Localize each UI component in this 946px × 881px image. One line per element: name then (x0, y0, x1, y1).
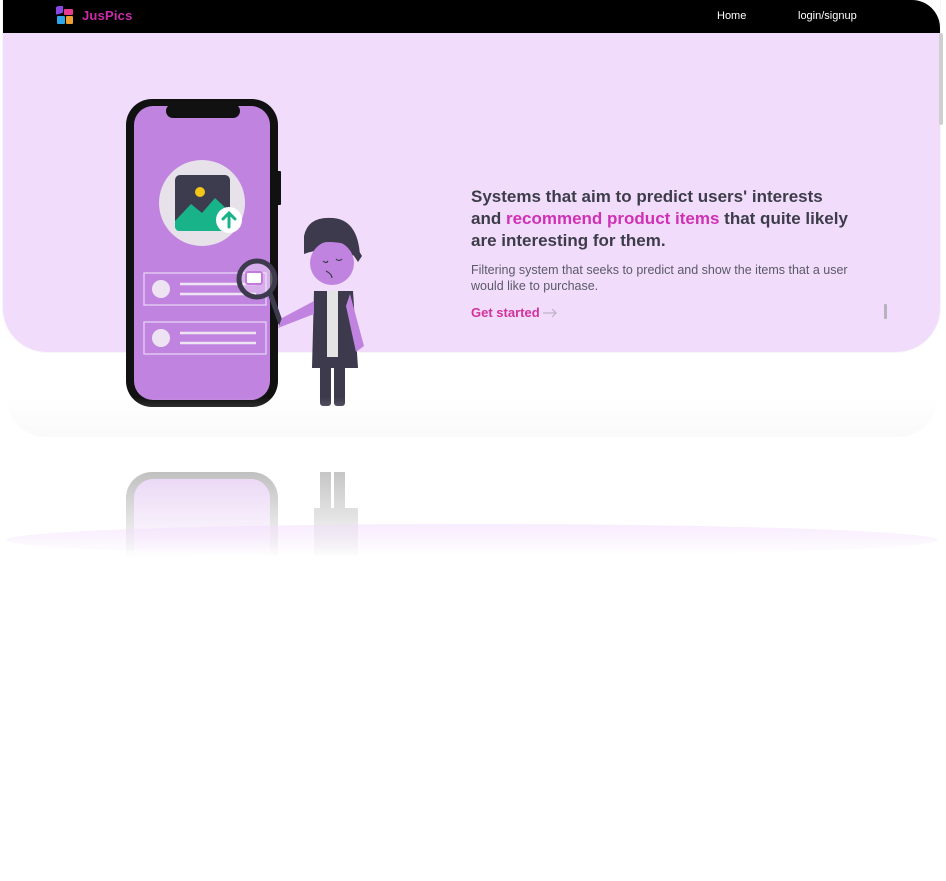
nav-home-link[interactable]: Home (717, 10, 746, 22)
headline-accent: recommend product items (505, 209, 720, 228)
brand-logo-icon[interactable] (55, 6, 75, 26)
hero-subtext: Filtering system that seeks to predict a… (471, 263, 848, 293)
hero-headline: Systems that aim to predict users' inter… (471, 186, 851, 252)
brand-name[interactable]: JusPics (82, 8, 133, 23)
phone-screen (134, 106, 270, 400)
get-started-link[interactable]: Get started (471, 305, 540, 320)
navbar: JusPics Home login/signup (3, 0, 940, 33)
reflection-band (6, 524, 938, 556)
arrow-right-icon[interactable] (542, 307, 558, 319)
nav-login-signup-link[interactable]: login/signup (798, 10, 857, 22)
scrollbar[interactable] (939, 33, 943, 125)
illustration-reflection (126, 472, 358, 558)
phone-notch (166, 104, 240, 118)
phone-search-illustration (126, 99, 364, 407)
scroll-indicator (884, 304, 887, 319)
